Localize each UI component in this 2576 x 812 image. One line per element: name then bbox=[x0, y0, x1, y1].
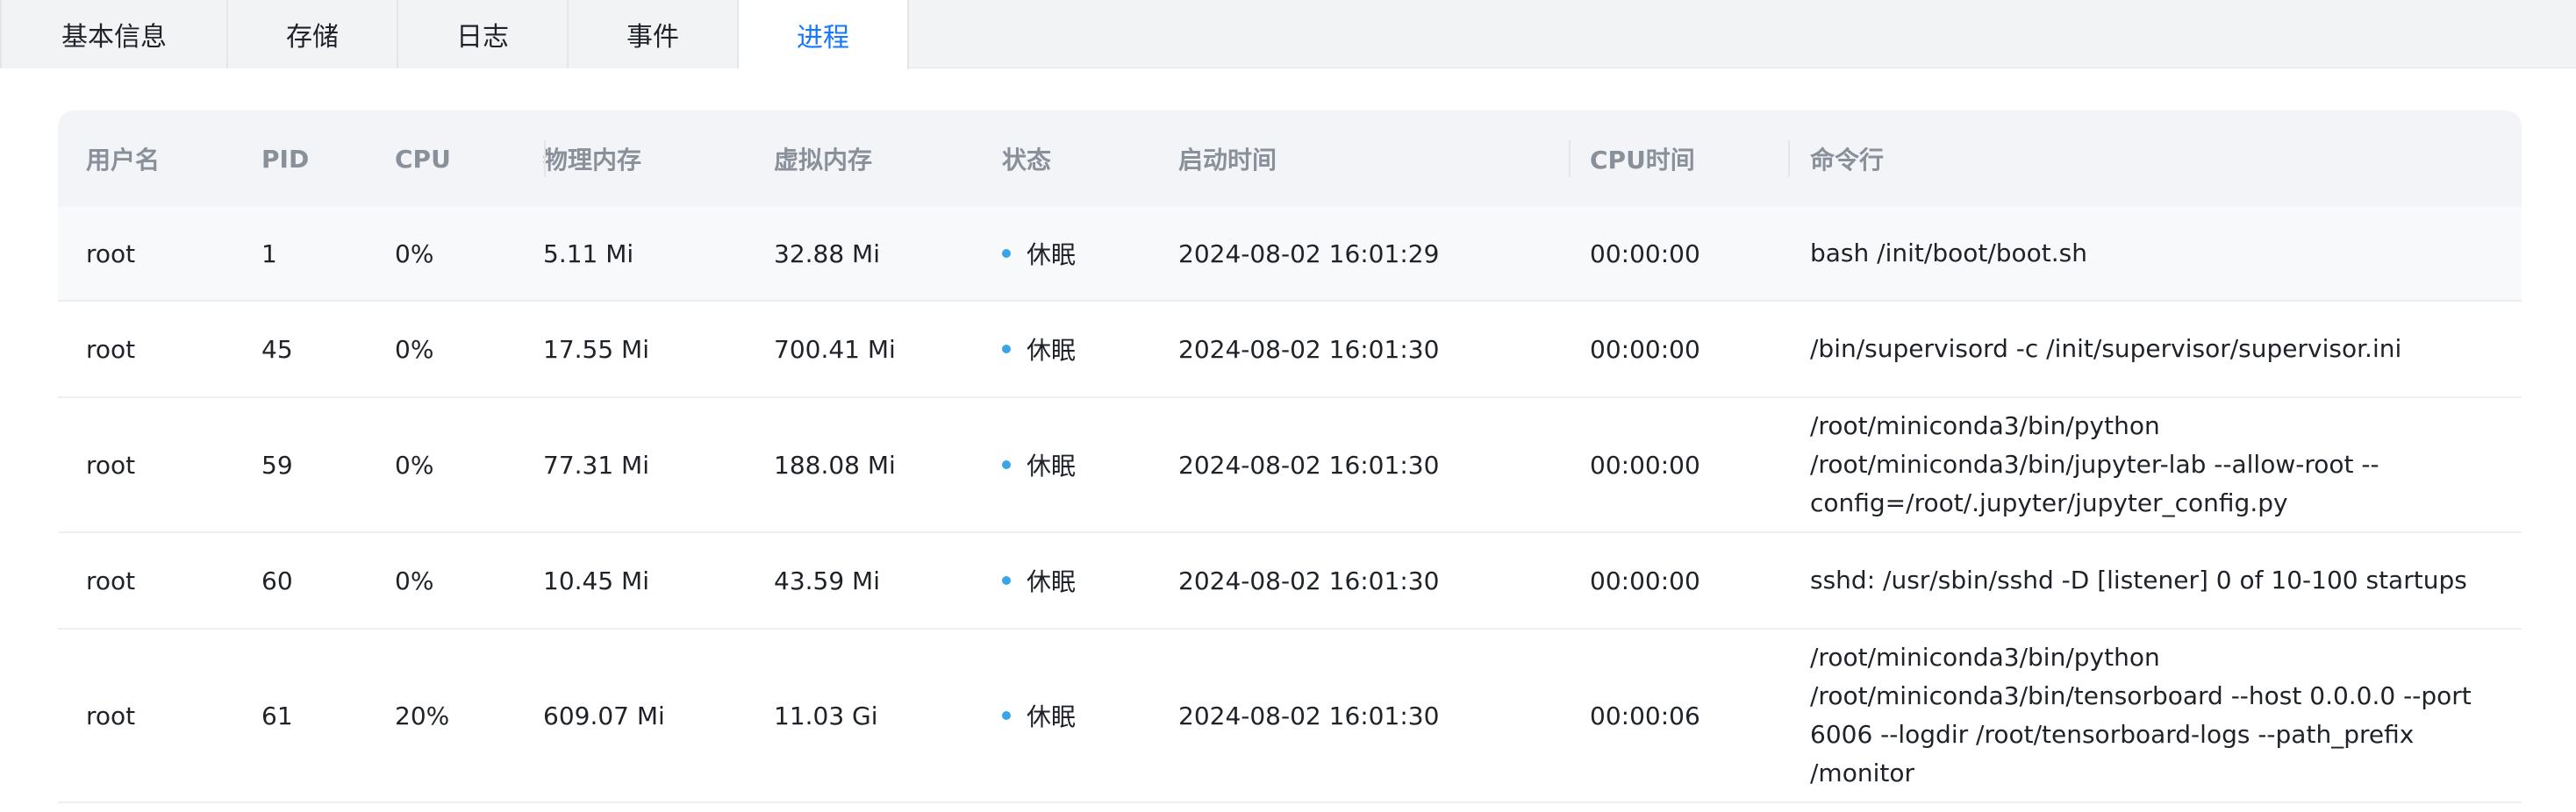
column-resizer[interactable] bbox=[1569, 140, 1571, 177]
cell-cpu-time: 00:00:00 bbox=[1590, 450, 1700, 480]
header-physical-memory: 物理内存 bbox=[543, 146, 642, 175]
status-dot-icon bbox=[1002, 576, 1011, 585]
header-cpu-time: CPU时间 bbox=[1590, 146, 1695, 175]
header-virtual-memory: 虚拟内存 bbox=[774, 146, 873, 175]
cell-physical-memory: 10.45 Mi bbox=[543, 566, 649, 595]
cell-pid: 59 bbox=[261, 450, 293, 480]
table-row[interactable]: root 60 0% 10.45 Mi 43.59 Mi 休眠 2024-08-… bbox=[58, 533, 2522, 630]
header-pid: PID bbox=[261, 144, 310, 174]
tab-processes[interactable]: 进程 bbox=[739, 0, 909, 69]
cell-pid: 1 bbox=[261, 239, 277, 268]
cell-physical-memory: 17.55 Mi bbox=[543, 334, 649, 364]
status-dot-icon bbox=[1002, 249, 1011, 258]
status-dot-icon bbox=[1002, 711, 1011, 720]
state-label: 休眠 bbox=[1027, 702, 1077, 731]
cell-user: root bbox=[86, 239, 136, 268]
state-label: 休眠 bbox=[1027, 567, 1077, 596]
header-state: 状态 bbox=[1002, 146, 1052, 175]
cell-command: sshd: /usr/sbin/sshd -D [listener] 0 of … bbox=[1810, 566, 2467, 595]
cell-virtual-memory: 43.59 Mi bbox=[774, 566, 880, 595]
column-resizer[interactable] bbox=[544, 140, 546, 177]
cell-start-time: 2024-08-02 16:01:30 bbox=[1178, 334, 1440, 364]
cell-command: bash /init/boot/boot.sh bbox=[1810, 239, 2088, 267]
cell-cpu: 0% bbox=[395, 566, 434, 595]
cell-command: /root/miniconda3/bin/python /root/minico… bbox=[1810, 643, 2472, 787]
cell-cpu: 0% bbox=[395, 334, 434, 364]
cell-virtual-memory: 11.03 Gi bbox=[774, 701, 878, 730]
status-dot-icon bbox=[1002, 345, 1011, 353]
cell-start-time: 2024-08-02 16:01:30 bbox=[1178, 701, 1440, 730]
cell-state: 休眠 bbox=[1002, 207, 1076, 300]
process-table: 用户名 PID CPU 物理内存 虚拟内存 状态 启动时间 CPU时间 命令行 … bbox=[58, 110, 2522, 812]
state-label: 休眠 bbox=[1027, 336, 1077, 365]
table-header: 用户名 PID CPU 物理内存 虚拟内存 状态 启动时间 CPU时间 命令行 bbox=[58, 110, 2522, 207]
cell-state: 休眠 bbox=[1002, 302, 1076, 396]
tab-storage[interactable]: 存储 bbox=[228, 0, 398, 68]
cell-cpu: 0% bbox=[395, 450, 434, 480]
cell-virtual-memory: 188.08 Mi bbox=[774, 450, 896, 480]
tab-logs[interactable]: 日志 bbox=[398, 0, 569, 68]
table-row[interactable]: root 1 0% 5.11 Mi 32.88 Mi 休眠 2024-08-02… bbox=[58, 207, 2522, 302]
cell-command: /bin/supervisord -c /init/supervisor/sup… bbox=[1810, 334, 2402, 363]
cell-physical-memory: 5.11 Mi bbox=[543, 239, 634, 268]
table-row[interactable]: root 45 0% 17.55 Mi 700.41 Mi 休眠 2024-08… bbox=[58, 302, 2522, 398]
cell-cpu-time: 00:00:00 bbox=[1590, 239, 1700, 268]
tab-label: 事件 bbox=[626, 22, 679, 53]
header-user: 用户名 bbox=[86, 146, 161, 175]
cell-user: root bbox=[86, 566, 136, 595]
tab-events[interactable]: 事件 bbox=[569, 0, 739, 68]
table-row[interactable]: root 61 20% 609.07 Mi 11.03 Gi 休眠 2024-0… bbox=[58, 630, 2522, 803]
cell-start-time: 2024-08-02 16:01:30 bbox=[1178, 566, 1440, 595]
cell-virtual-memory: 32.88 Mi bbox=[774, 239, 880, 268]
cell-command: /root/miniconda3/bin/python /root/minico… bbox=[1810, 411, 2379, 517]
status-dot-icon bbox=[1002, 460, 1011, 469]
state-label: 休眠 bbox=[1027, 240, 1077, 269]
cell-start-time: 2024-08-02 16:01:29 bbox=[1178, 239, 1440, 268]
cell-pid: 45 bbox=[261, 334, 293, 364]
cell-pid: 61 bbox=[261, 701, 293, 730]
cell-state: 休眠 bbox=[1002, 533, 1076, 628]
cell-user: root bbox=[86, 334, 136, 364]
cell-physical-memory: 77.31 Mi bbox=[543, 450, 649, 480]
tab-basic-info[interactable]: 基本信息 bbox=[0, 0, 228, 68]
header-command: 命令行 bbox=[1810, 146, 1885, 175]
cell-user: root bbox=[86, 450, 136, 480]
cell-cpu: 0% bbox=[395, 239, 434, 268]
tab-label: 日志 bbox=[456, 22, 509, 53]
cell-virtual-memory: 700.41 Mi bbox=[774, 334, 896, 364]
cell-user: root bbox=[86, 701, 136, 730]
cell-cpu-time: 00:00:00 bbox=[1590, 334, 1700, 364]
cell-cpu-time: 00:00:06 bbox=[1590, 701, 1700, 730]
tab-bar: 基本信息 存储 日志 事件 进程 bbox=[0, 0, 2576, 69]
cell-start-time: 2024-08-02 16:01:30 bbox=[1178, 450, 1440, 480]
cell-physical-memory: 609.07 Mi bbox=[543, 701, 665, 730]
cell-state: 休眠 bbox=[1002, 630, 1076, 801]
cell-cpu: 20% bbox=[395, 701, 450, 730]
header-cpu: CPU bbox=[395, 144, 451, 174]
column-resizer[interactable] bbox=[1788, 140, 1790, 177]
cell-state: 休眠 bbox=[1002, 398, 1076, 531]
tab-label: 基本信息 bbox=[61, 22, 167, 53]
state-label: 休眠 bbox=[1027, 452, 1077, 481]
tab-label: 进程 bbox=[797, 22, 849, 53]
header-start-time: 启动时间 bbox=[1178, 146, 1277, 175]
tab-label: 存储 bbox=[286, 22, 339, 53]
table-row[interactable]: root 59 0% 77.31 Mi 188.08 Mi 休眠 2024-08… bbox=[58, 398, 2522, 533]
cell-pid: 60 bbox=[261, 566, 293, 595]
cell-cpu-time: 00:00:00 bbox=[1590, 566, 1700, 595]
